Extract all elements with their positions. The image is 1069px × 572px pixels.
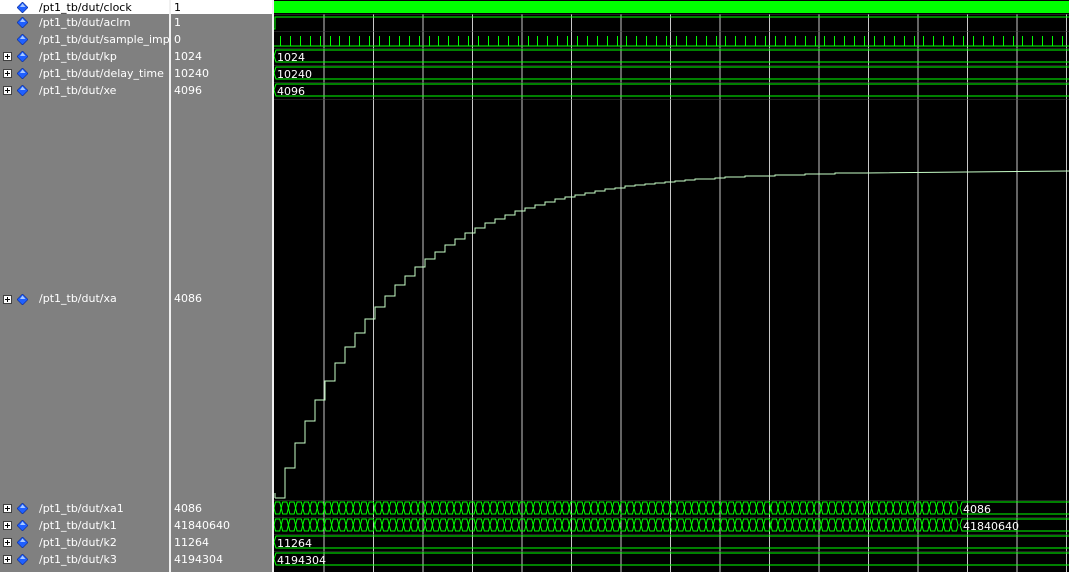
plus-expand-icon[interactable] (3, 86, 12, 95)
signal-value: 41840640 (174, 519, 230, 532)
diamond-signal-icon (17, 537, 28, 548)
bus-value-label: 41840640 (963, 520, 1019, 533)
bus-value-label: 4086 (963, 503, 991, 516)
signal-value-row: 10240 (171, 65, 272, 82)
waveform-clock (274, 1, 1069, 13)
waveform-k3: 4194304 (274, 551, 1069, 567)
signal-row[interactable]: /pt1_tb/dut/k3 (0, 551, 169, 568)
signal-name: /pt1_tb/dut/kp (39, 50, 117, 63)
waveform-xa (274, 99, 1069, 499)
signal-row[interactable]: /pt1_tb/dut/k2 (0, 534, 169, 551)
signal-row[interactable]: /pt1_tb/dut/xe (0, 82, 169, 99)
signal-name: /pt1_tb/dut/k2 (39, 536, 117, 549)
waveform-delay_time: 10240 (274, 65, 1069, 81)
diamond-signal-icon (17, 520, 28, 531)
signal-name: /pt1_tb/dut/clock (39, 1, 132, 14)
signal-value: 0 (174, 33, 181, 46)
plus-expand-icon[interactable] (3, 538, 12, 547)
signal-value: 4086 (174, 502, 202, 515)
signal-name: /pt1_tb/dut/aclrn (39, 16, 131, 29)
signal-name: /pt1_tb/dut/xe (39, 84, 117, 97)
diamond-signal-icon (17, 2, 28, 13)
diamond-signal-icon (17, 294, 28, 305)
signal-value: 1 (174, 16, 181, 29)
signal-value: 4086 (174, 292, 202, 305)
signal-value-row: 4194304 (171, 551, 272, 568)
signal-value-row: 1 (171, 0, 272, 14)
signal-name: /pt1_tb/dut/xa1 (39, 502, 124, 515)
diamond-signal-icon (17, 85, 28, 96)
waveform-sample_imp (274, 31, 1069, 47)
signal-name: /pt1_tb/dut/sample_imp (39, 33, 170, 46)
signal-name: /pt1_tb/dut/delay_time (39, 67, 164, 80)
signal-value-row: 4086 (171, 500, 272, 517)
signal-value: 1024 (174, 50, 202, 63)
waveform-k2: 11264 (274, 534, 1069, 550)
signal-value: 4194304 (174, 553, 223, 566)
signal-name: /pt1_tb/dut/k3 (39, 553, 117, 566)
signal-row[interactable]: /pt1_tb/dut/clock (0, 0, 169, 14)
waveform-xe: 4096 (274, 82, 1069, 98)
bus-value-label: 11264 (277, 537, 312, 550)
signal-value-row: 11264 (171, 534, 272, 551)
signal-value: 1 (174, 1, 181, 14)
plus-expand-icon[interactable] (3, 521, 12, 530)
diamond-signal-icon (17, 34, 28, 45)
signal-name: /pt1_tb/dut/xa (39, 292, 117, 305)
time-grid (323, 14, 1067, 572)
signal-value-row: 0 (171, 31, 272, 48)
signal-row[interactable]: /pt1_tb/dut/xa1 (0, 500, 169, 517)
plus-expand-icon[interactable] (3, 69, 12, 78)
plus-expand-icon[interactable] (3, 504, 12, 513)
signal-row[interactable]: /pt1_tb/dut/sample_imp (0, 31, 170, 48)
plus-expand-icon[interactable] (3, 555, 12, 564)
signal-value: 11264 (174, 536, 209, 549)
waveform-pane[interactable]: 1024 10240 4096 4086 41840640 11264 4194304 (274, 0, 1069, 572)
diamond-signal-icon (17, 17, 28, 28)
diamond-signal-icon (17, 51, 28, 62)
signal-row[interactable]: /pt1_tb/dut/k1 (0, 517, 169, 534)
signal-name: /pt1_tb/dut/k1 (39, 519, 117, 532)
waveform-kp: 1024 (274, 48, 1069, 64)
signal-row[interactable]: /pt1_tb/dut/aclrn (0, 14, 169, 31)
waveform-k1: 41840640 (274, 517, 1069, 533)
signal-value: 4096 (174, 84, 202, 97)
plus-expand-icon[interactable] (3, 295, 12, 304)
diamond-signal-icon (17, 554, 28, 565)
signal-value: 10240 (174, 67, 209, 80)
signal-value-row: 4096 (171, 82, 272, 99)
signal-value-pane: 1 1 0 1024 10240 4096 4086 4086 41840640 11264 419… (171, 0, 272, 572)
plus-expand-icon[interactable] (3, 52, 12, 61)
diamond-signal-icon (17, 503, 28, 514)
bus-value-label: 4194304 (277, 554, 326, 567)
signal-row[interactable]: /pt1_tb/dut/delay_time (0, 65, 169, 82)
signal-row[interactable]: /pt1_tb/dut/xa (0, 99, 169, 500)
signal-value-row: 1024 (171, 48, 272, 65)
bus-value-label: 4096 (277, 85, 305, 98)
wave-window: /pt1_tb/dut/clock/pt1_tb/dut/aclrn/pt1_t… (0, 0, 1069, 572)
signal-value-row: 41840640 (171, 517, 272, 534)
signal-value-row: 1 (171, 14, 272, 31)
signal-value-row: 4086 (171, 99, 272, 500)
signal-name-pane: /pt1_tb/dut/clock/pt1_tb/dut/aclrn/pt1_t… (0, 0, 170, 572)
waveform-xa1: 4086 (274, 500, 1069, 516)
diamond-signal-icon (17, 68, 28, 79)
signal-row[interactable]: /pt1_tb/dut/kp (0, 48, 169, 65)
bus-value-label: 10240 (277, 68, 312, 81)
bus-value-label: 1024 (277, 51, 305, 64)
waveform-aclrn (274, 14, 1069, 30)
